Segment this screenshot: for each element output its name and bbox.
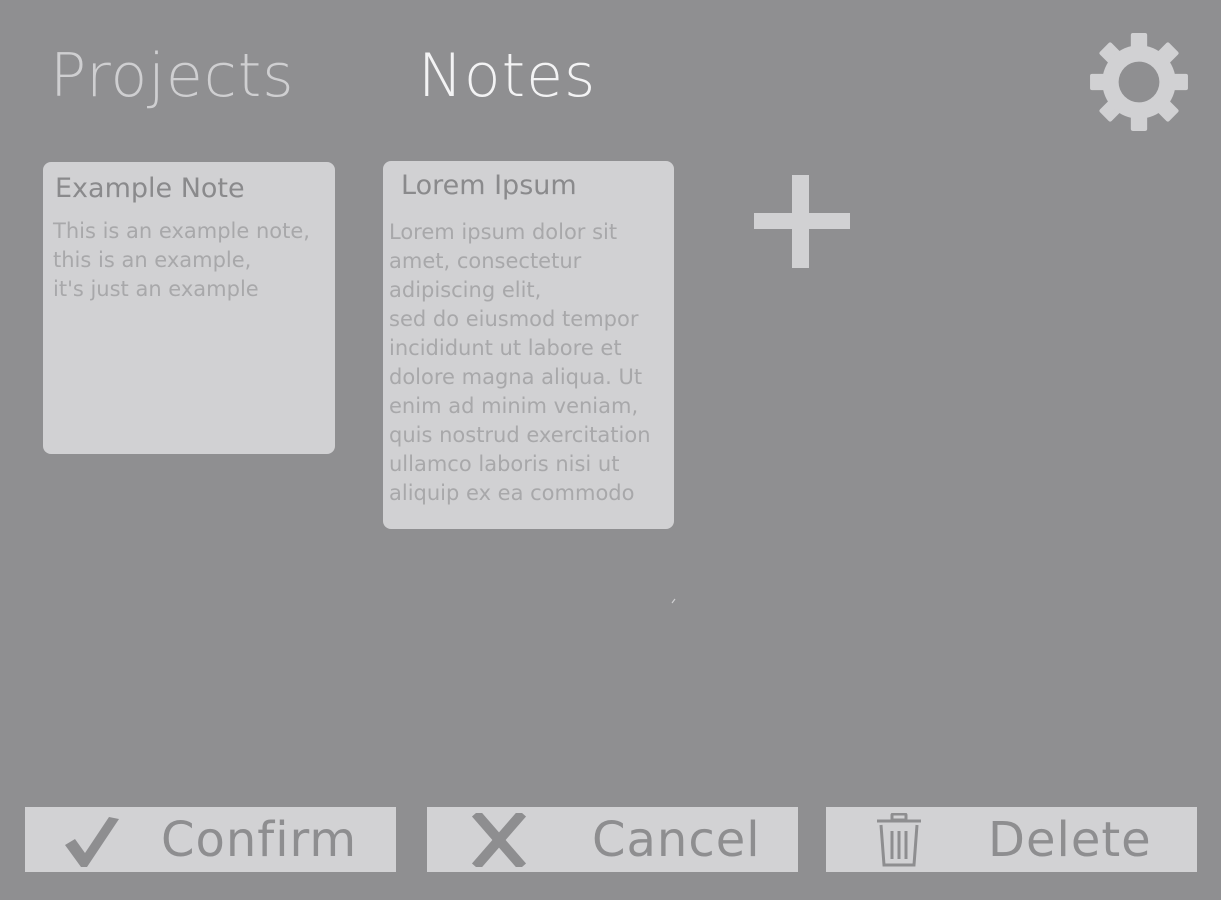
note-title: Lorem Ipsum bbox=[401, 170, 577, 201]
cursor-mark bbox=[671, 598, 676, 604]
cancel-label: Cancel bbox=[592, 812, 761, 868]
note-card[interactable]: Example Note This is an example note, th… bbox=[43, 162, 335, 454]
checkmark-icon bbox=[65, 817, 119, 867]
confirm-label: Confirm bbox=[161, 812, 358, 868]
note-body: This is an example note, this is an exam… bbox=[53, 219, 310, 301]
delete-label: Delete bbox=[988, 812, 1152, 868]
settings-button[interactable] bbox=[1088, 31, 1190, 133]
note-body: Lorem ipsum dolor sit amet, consectetur … bbox=[389, 220, 651, 505]
tab-projects[interactable]: Projects bbox=[50, 40, 295, 112]
add-note-button[interactable] bbox=[754, 175, 850, 268]
note-card[interactable]: Lorem Ipsum Lorem ipsum dolor sit amet, … bbox=[383, 161, 674, 529]
confirm-button[interactable]: Confirm bbox=[25, 807, 396, 872]
x-icon bbox=[471, 813, 527, 867]
note-title: Example Note bbox=[55, 173, 245, 204]
plus-icon bbox=[754, 175, 850, 268]
trash-icon bbox=[877, 813, 921, 867]
notes-screen: Projects Notes Example Note This is an e… bbox=[0, 0, 1221, 900]
gear-icon bbox=[1090, 33, 1188, 131]
tab-notes[interactable]: Notes bbox=[418, 40, 596, 112]
delete-button[interactable]: Delete bbox=[826, 807, 1197, 872]
cancel-button[interactable]: Cancel bbox=[427, 807, 798, 872]
